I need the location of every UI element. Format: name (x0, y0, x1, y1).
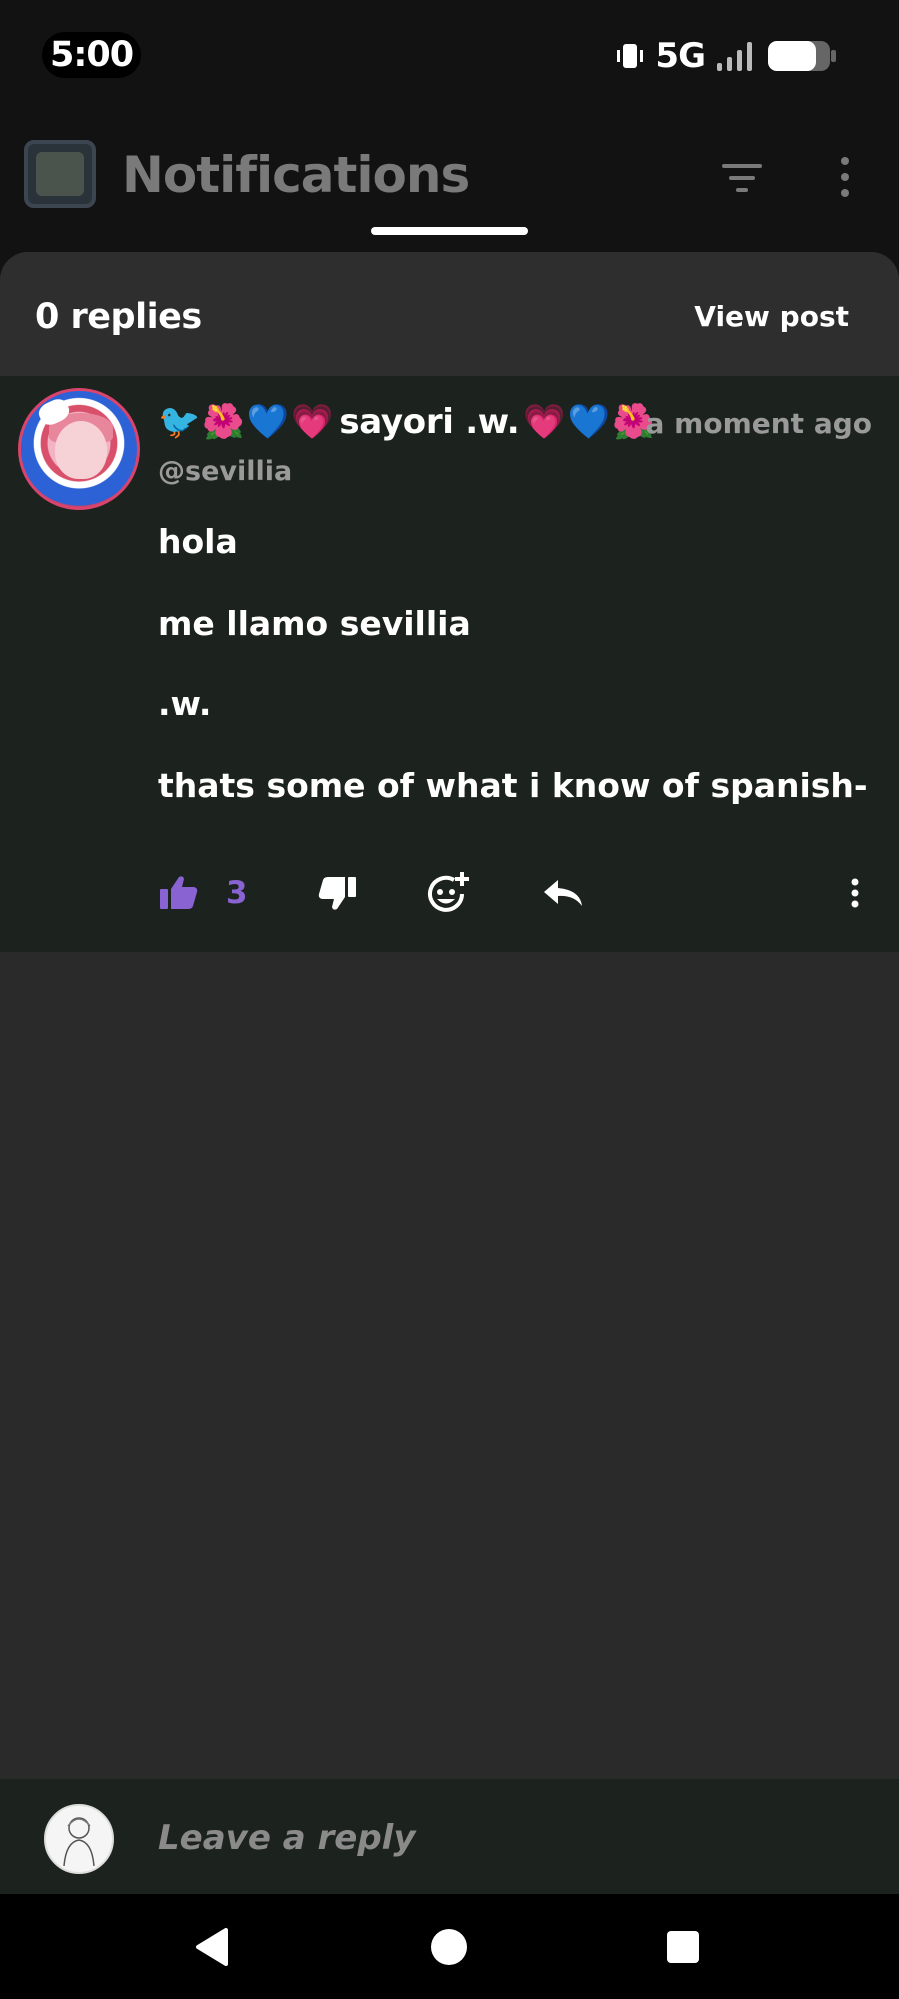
name-emoji: 💗 (523, 402, 566, 442)
comment-actions: 3 (0, 856, 899, 932)
reply-arrow-icon[interactable] (540, 870, 586, 916)
name-emoji: 🐦 (158, 402, 201, 442)
display-name: sayori .w. (339, 402, 520, 442)
timestamp: a moment ago (645, 407, 872, 440)
reply-bar (0, 1779, 899, 1894)
status-icons: 5G (615, 34, 837, 78)
signal-icon (717, 42, 752, 71)
like-count: 3 (226, 875, 248, 911)
more-vertical-icon[interactable] (830, 154, 860, 200)
comment-paragraph: me llamo sevillia (158, 604, 471, 643)
avatar[interactable] (18, 388, 140, 510)
battery-icon (768, 41, 836, 71)
sheet-drag-handle[interactable] (371, 227, 528, 235)
author-line[interactable]: 🐦 🌺 💙 💗 sayori .w. 💗 💙 🌺 (158, 396, 656, 448)
status-bar: 5:00 5G (0, 0, 899, 110)
page-title: Notifications (122, 146, 470, 204)
name-emoji: 💗 (291, 402, 334, 442)
name-emoji: 💙 (567, 402, 611, 442)
community-avatar[interactable] (24, 140, 96, 208)
comment: 🐦 🌺 💙 💗 sayori .w. 💗 💙 🌺 a moment ago @s… (0, 376, 899, 952)
back-icon[interactable] (190, 1922, 240, 1972)
view-post-button[interactable]: View post (694, 292, 849, 342)
current-user-avatar (44, 1804, 114, 1874)
replies-count: 0 replies (35, 297, 202, 337)
home-icon[interactable] (424, 1922, 474, 1972)
add-reaction-icon[interactable] (424, 870, 470, 916)
vibrate-icon (617, 44, 644, 68)
replies-sheet: 0 replies View post 🐦 🌺 💙 💗 sayori .w. 💗… (0, 252, 899, 1779)
status-clock: 5:00 (42, 32, 142, 78)
name-emoji: 🌺 (202, 402, 245, 442)
filter-icon[interactable] (720, 158, 764, 198)
user-handle[interactable]: @sevillia (158, 454, 292, 490)
name-emoji: 💙 (246, 402, 290, 442)
more-vertical-icon[interactable] (840, 870, 870, 916)
system-nav-bar (0, 1894, 899, 1999)
sheet-header: 0 replies View post (0, 252, 899, 377)
network-label: 5G (655, 36, 706, 76)
comment-paragraph: hola (158, 522, 238, 561)
recent-apps-icon[interactable] (658, 1922, 708, 1972)
comment-paragraph: thats some of what i know of spanish- (158, 766, 868, 805)
thumbs-up-icon[interactable] (156, 870, 202, 916)
comment-paragraph: .w. (158, 684, 212, 723)
thumbs-down-icon[interactable] (314, 870, 360, 916)
reply-input[interactable] (156, 1807, 860, 1869)
